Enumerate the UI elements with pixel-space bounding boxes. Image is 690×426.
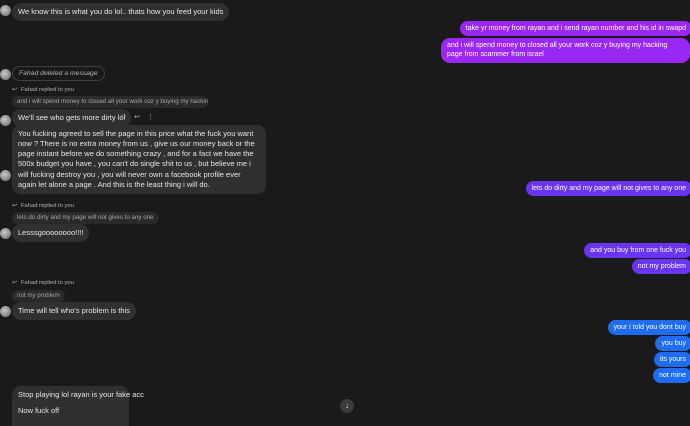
avatar[interactable]: [0, 115, 11, 126]
message-line: Stop playing lol rayan is your fake acc: [18, 390, 144, 399]
incoming-message[interactable]: Time will tell who's problem is this: [12, 302, 137, 321]
quoted-message[interactable]: lets do dirty and my page will not gives…: [12, 212, 159, 225]
message-actions: ☺ ↩ ⋮: [120, 113, 154, 121]
avatar[interactable]: [0, 5, 11, 16]
scroll-down-icon[interactable]: ↓: [340, 399, 354, 413]
outgoing-message[interactable]: lets do dirty and my page will not gives…: [525, 181, 690, 197]
reply-arrow-icon: ↩: [12, 279, 18, 286]
incoming-message[interactable]: We know this is what you do lol.. thats …: [12, 3, 230, 22]
reply-header-text: Fahad replied to you: [21, 203, 74, 209]
outgoing-message[interactable]: its yours: [653, 352, 690, 368]
emoji-icon[interactable]: ☺: [120, 113, 127, 121]
outgoing-message[interactable]: and you buy from one fuck you: [584, 243, 690, 259]
incoming-message[interactable]: Lesssgoooooooo!!!!: [12, 224, 90, 243]
outgoing-message[interactable]: take yr money from rayan and i send raya…: [459, 21, 690, 37]
reply-arrow-icon: ↩: [12, 202, 18, 209]
avatar[interactable]: [0, 170, 11, 181]
outgoing-message[interactable]: not my problem: [631, 259, 690, 275]
outgoing-message[interactable]: not mine: [653, 368, 690, 384]
chat-window: We know this is what you do lol.. thats …: [0, 0, 690, 426]
incoming-message[interactable]: You fucking agreed to sell the page in t…: [12, 125, 266, 194]
reply-header: ↩ Fahad replied to you: [12, 202, 74, 210]
reply-header-text: Fahad replied to you: [21, 280, 74, 286]
deleted-message-notice: Fahad deleted a message: [12, 66, 105, 81]
avatar[interactable]: [0, 228, 11, 239]
avatar[interactable]: [0, 306, 11, 317]
quoted-message[interactable]: not my problem: [12, 290, 65, 303]
avatar[interactable]: [0, 69, 11, 80]
reply-header: ↩ Fahad replied to you: [12, 279, 74, 287]
reply-header-text: Fahad replied to you: [21, 87, 74, 93]
outgoing-message[interactable]: your i told you dont buy: [607, 320, 690, 336]
reply-arrow-icon: ↩: [12, 86, 18, 93]
more-options-icon[interactable]: ⋮: [147, 113, 154, 121]
reply-header: ↩ Fahad replied to you: [12, 86, 74, 94]
reply-icon[interactable]: ↩: [134, 113, 140, 121]
outgoing-message[interactable]: and i will spend money to closed all you…: [441, 38, 690, 63]
outgoing-message[interactable]: you buy: [655, 336, 690, 352]
quoted-message[interactable]: and i will spend money to closed all you…: [12, 96, 208, 109]
incoming-message[interactable]: Stop playing lol rayan is your fake acc …: [12, 386, 144, 426]
message-line: Now fuck off: [18, 406, 60, 416]
